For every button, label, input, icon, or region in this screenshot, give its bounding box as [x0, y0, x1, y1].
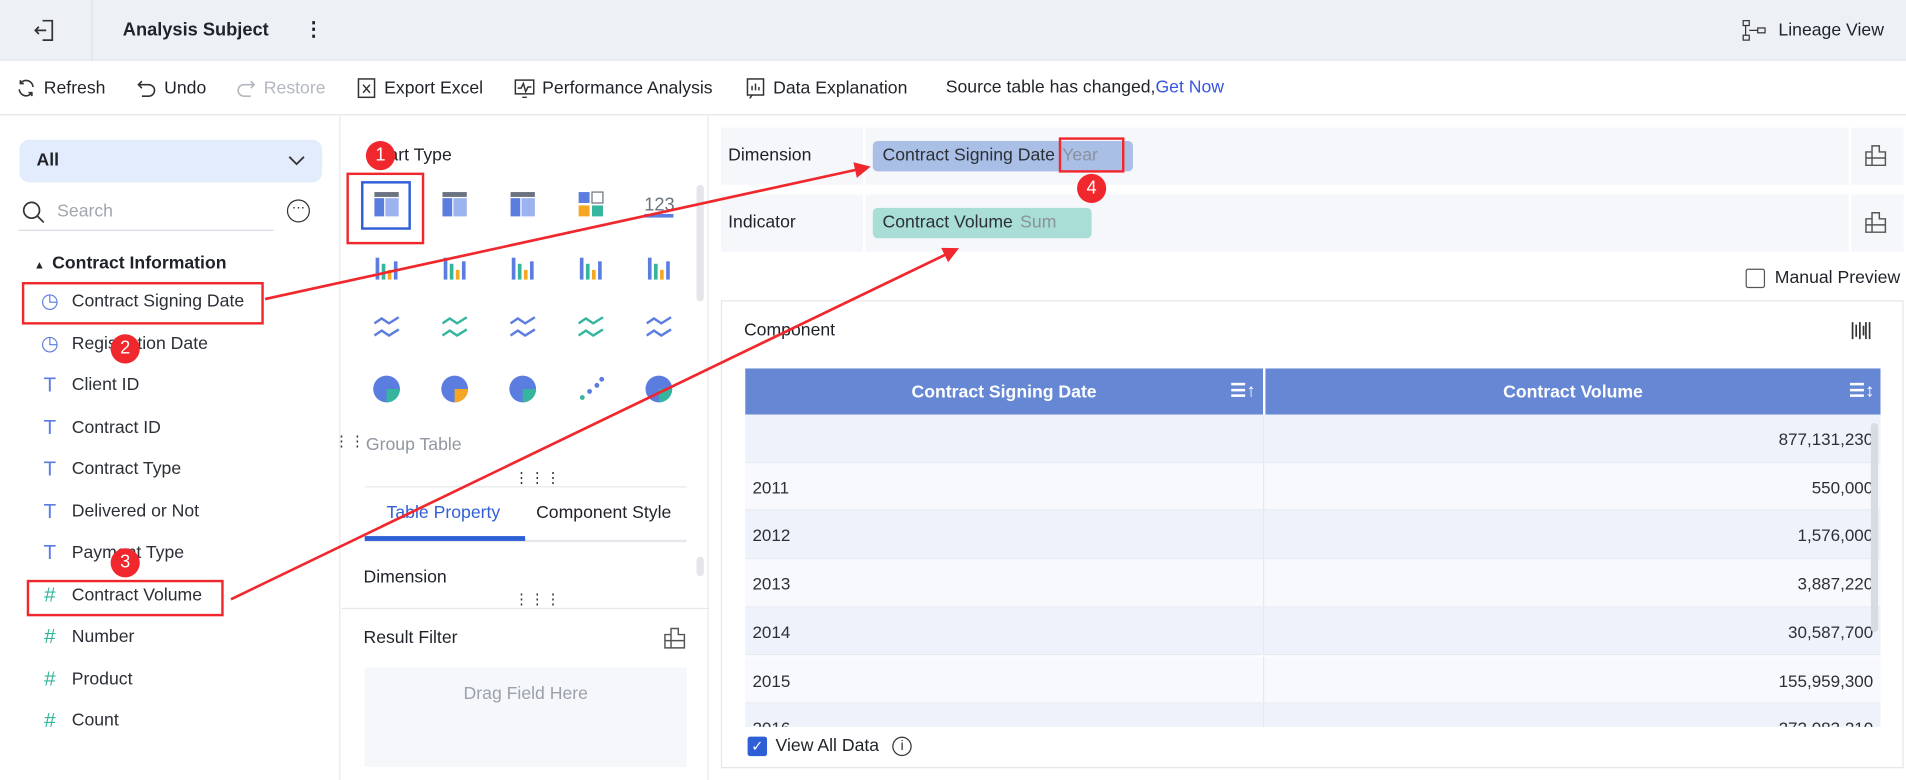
- annotation-arrows: [230, 162, 960, 601]
- annotation-badge: 2: [110, 334, 140, 364]
- annotation-badge: 3: [110, 548, 140, 578]
- annotation-badge: 4: [1077, 173, 1107, 204]
- annotation-badge: 1: [365, 141, 396, 171]
